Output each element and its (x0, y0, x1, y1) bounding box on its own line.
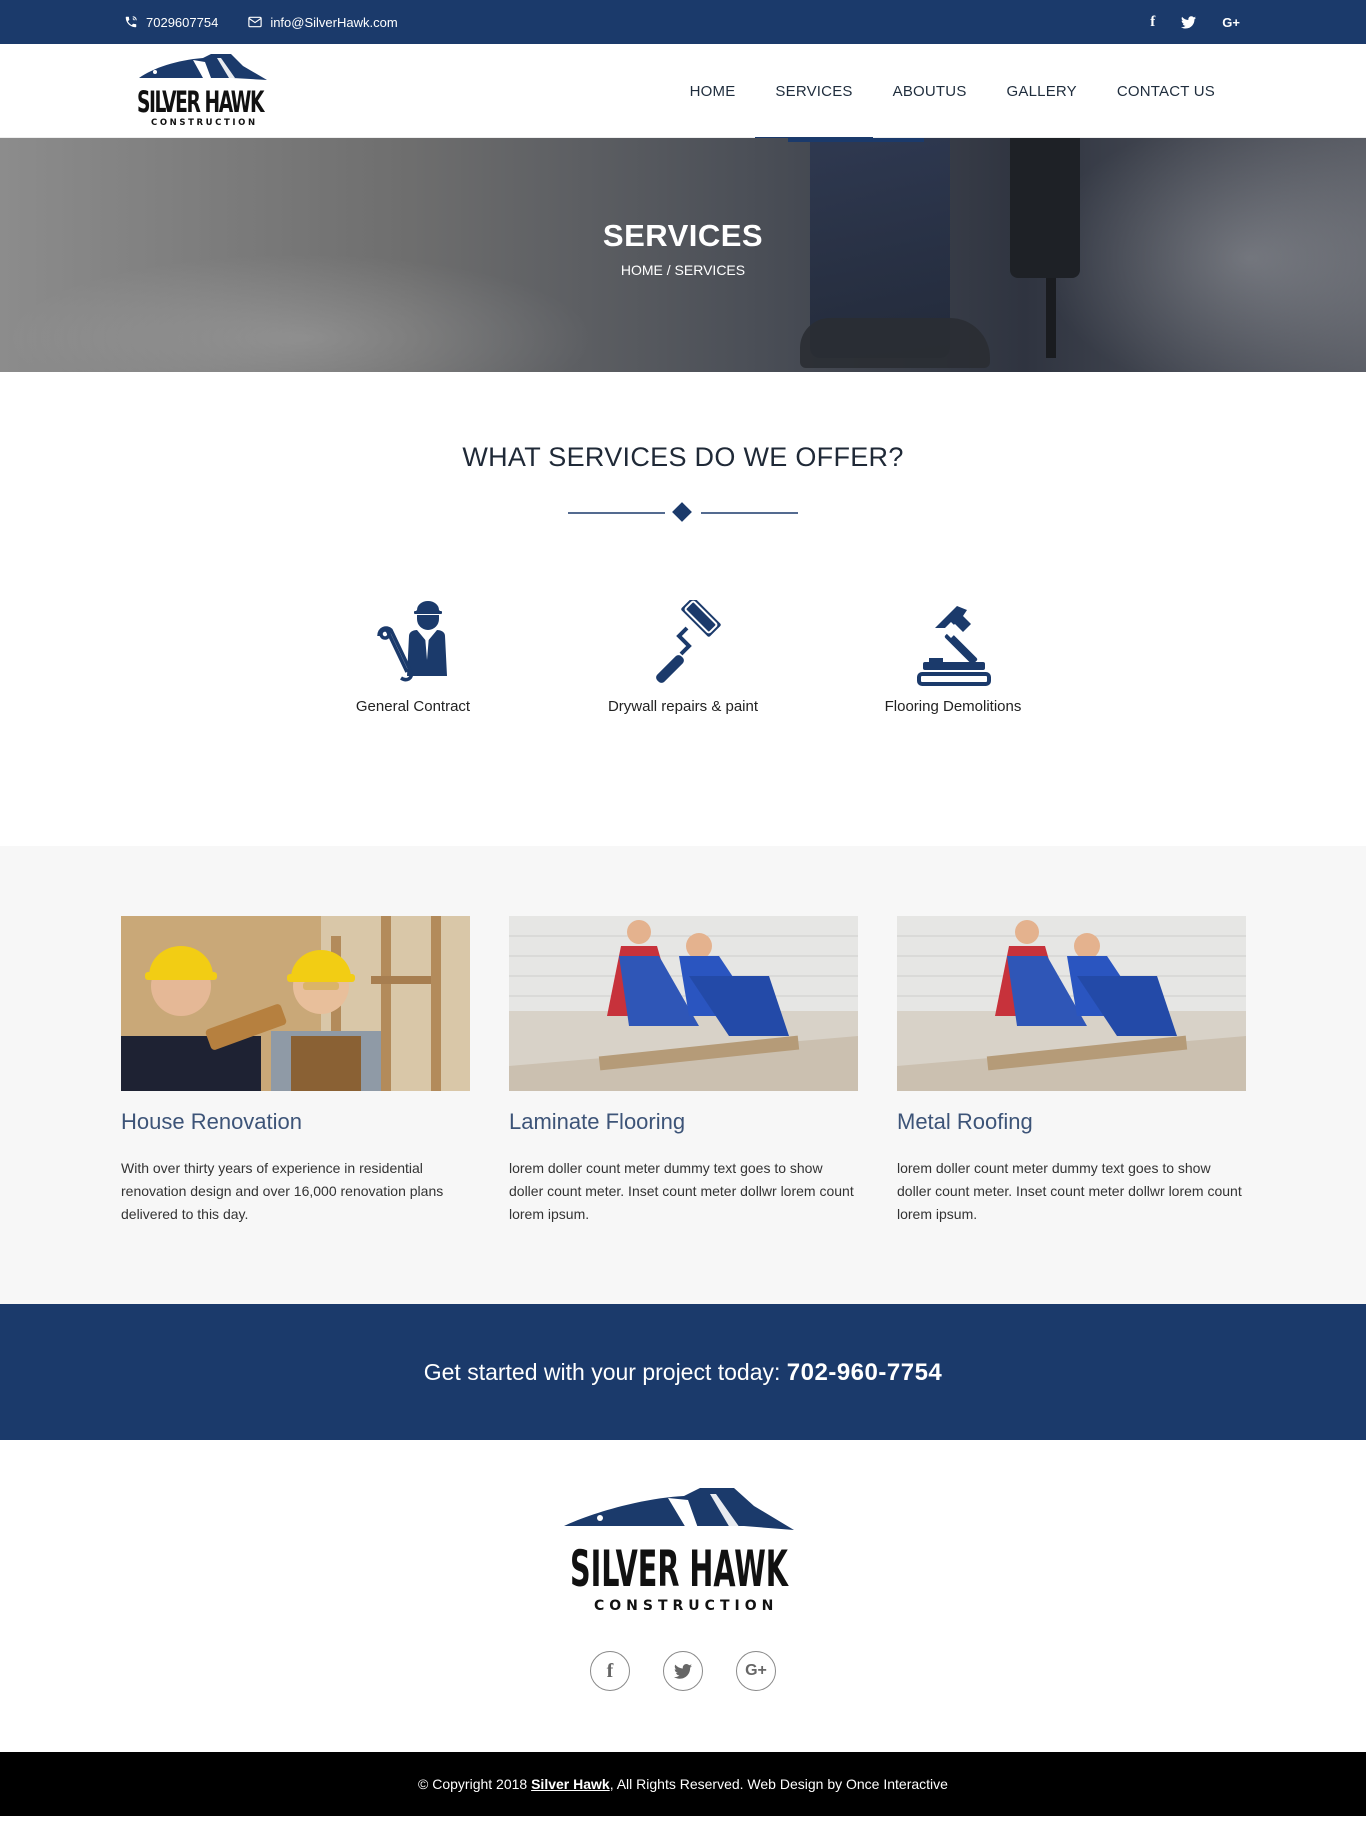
service-general-contract[interactable]: General Contract (313, 600, 513, 715)
card-image[interactable] (509, 916, 858, 1091)
hero-banner: SERVICES HOME / SERVICES (0, 138, 1366, 372)
hero-jackhammer (1010, 138, 1080, 278)
nav-services[interactable]: SERVICES (755, 44, 873, 141)
nav-aboutus[interactable]: ABOUTUS (873, 44, 987, 138)
copyright-suffix: , All Rights Reserved. Web Design by Onc… (609, 1776, 948, 1792)
hammer-icon (917, 606, 991, 686)
nav-home[interactable]: HOME (670, 44, 756, 138)
googleplus-glyph: G+ (745, 1662, 767, 1679)
footer-logo-subtext: CONSTRUCTION (594, 1598, 778, 1614)
nav-gallery[interactable]: GALLERY (987, 44, 1097, 138)
card-text: With over thirty years of experience in … (121, 1160, 444, 1222)
phone-link[interactable]: 7029607754 (124, 15, 218, 30)
paint-roller-icon (656, 600, 721, 683)
copyright-bar: © Copyright 2018 Silver Hawk, All Rights… (0, 1752, 1366, 1816)
service-label: Drywall repairs & paint (607, 698, 759, 715)
envelope-icon (248, 16, 263, 28)
footer-logo[interactable]: SILVER HAWK CONSTRUCTION (564, 1486, 794, 1616)
contractor-icon (377, 601, 447, 682)
footer-twitter-icon[interactable] (663, 1651, 703, 1691)
hero-worker-boot (800, 318, 990, 368)
card-laminate-flooring[interactable]: Laminate Flooring lorem doller count met… (509, 916, 858, 1226)
silver-hawk-logo[interactable]: SILVER HAWK CONSTRUCTION (133, 52, 267, 128)
hero-jackhammer-bit (1046, 278, 1056, 358)
card-image[interactable] (121, 916, 470, 1091)
section-divider (568, 502, 798, 522)
facebook-glyph: f (606, 1659, 614, 1682)
phone-number: 7029607754 (146, 14, 219, 30)
site-header: SILVER HAWK CONSTRUCTION HOME SERVICES A… (0, 44, 1366, 141)
card-title[interactable]: Metal Roofing (897, 1109, 1246, 1135)
email-address: info@SilverHawk.com (270, 14, 398, 30)
facebook-icon[interactable]: f (1150, 14, 1155, 31)
offer-heading: WHAT SERVICES DO WE OFFER? (462, 442, 904, 472)
card-text: lorem doller count meter dummy text goes… (897, 1160, 1242, 1222)
card-metal-roofing[interactable]: Metal Roofing lorem doller count meter d… (897, 916, 1246, 1226)
copyright-prefix: © Copyright 2018 (418, 1776, 528, 1792)
logo-subtext: CONSTRUCTION (151, 118, 258, 128)
service-drywall[interactable]: Drywall repairs & paint (583, 600, 783, 715)
card-title[interactable]: Laminate Flooring (509, 1109, 858, 1135)
logo-text: SILVER HAWK (137, 85, 266, 119)
cta-banner: Get started with your project today: 702… (0, 1304, 1366, 1440)
service-flooring-demolitions[interactable]: Flooring Demolitions (853, 600, 1053, 715)
breadcrumb[interactable]: HOME / SERVICES (0, 262, 1366, 278)
card-text: lorem doller count meter dummy text goes… (509, 1160, 854, 1222)
googleplus-icon[interactable]: G+ (1222, 15, 1240, 30)
hero-background-image (0, 138, 1366, 372)
email-link[interactable]: info@SilverHawk.com (248, 14, 398, 30)
footer-social: f G+ (0, 1651, 1366, 1691)
twitter-icon[interactable] (1181, 15, 1197, 29)
cta-phone[interactable]: 702-960-7754 (787, 1359, 942, 1386)
footer-logo-text: SILVER HAWK (570, 1540, 789, 1598)
card-title[interactable]: House Renovation (121, 1109, 470, 1135)
page-title: SERVICES (602, 218, 764, 253)
footer-googleplus-icon[interactable]: G+ (736, 1651, 776, 1691)
cta-text: Get started with your project today: (423, 1359, 781, 1385)
main-nav: HOME SERVICES ABOUTUS GALLERY CONTACT US (670, 44, 1235, 141)
top-contact: 7029607754 info@SilverHawk.com (124, 0, 398, 44)
card-image[interactable] (897, 916, 1246, 1091)
footer-facebook-icon[interactable]: f (590, 1651, 630, 1691)
top-bar: 7029607754 info@SilverHawk.com f G+ (0, 0, 1366, 44)
active-nav-indicator (788, 138, 924, 142)
card-house-renovation[interactable]: House Renovation With over thirty years … (121, 916, 470, 1226)
nav-contact-us[interactable]: CONTACT US (1097, 44, 1235, 138)
service-label: Flooring Demolitions (884, 698, 1022, 715)
phone-icon (124, 15, 138, 29)
top-social: f G+ (1150, 0, 1240, 44)
brand-link[interactable]: Silver Hawk (531, 1776, 610, 1792)
service-label: General Contract (355, 698, 471, 715)
